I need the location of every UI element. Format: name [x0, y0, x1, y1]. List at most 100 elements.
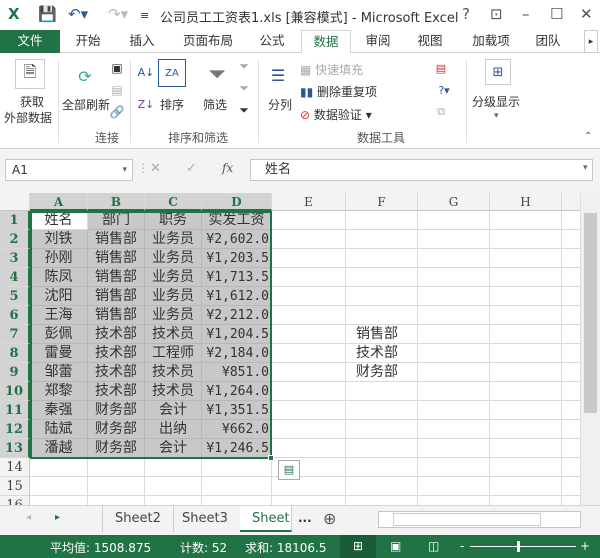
more-sheets-button[interactable]: ... — [298, 511, 312, 525]
page-break-view-icon[interactable]: ◫ — [428, 539, 439, 553]
cell[interactable] — [418, 439, 490, 458]
customize-qat-icon[interactable]: ≡ — [140, 9, 149, 22]
cell[interactable] — [490, 306, 562, 325]
cell[interactable]: 刘铁 — [30, 230, 88, 249]
quick-analysis-icon[interactable]: ▤ — [278, 460, 300, 480]
cell[interactable]: 王海 — [30, 306, 88, 325]
cell[interactable]: 陆斌 — [30, 420, 88, 439]
tab-view[interactable]: 视图 — [408, 30, 452, 53]
cell[interactable]: 会计 — [145, 439, 202, 458]
row-header[interactable]: 2 — [0, 230, 30, 249]
tab-file[interactable]: 文件 — [0, 30, 60, 53]
minimize-button[interactable]: – — [522, 5, 530, 23]
cell[interactable]: 孙刚 — [30, 249, 88, 268]
save-icon[interactable]: 💾 — [38, 5, 57, 23]
cell[interactable] — [490, 401, 562, 420]
row-header[interactable]: 9 — [0, 363, 30, 382]
worksheet-grid[interactable]: A B C D E F G H 1 姓名 部门 职务 实发工资 2 刘铁 销售部 业务员 ¥2,602.0 3 孙刚销… — [0, 193, 580, 505]
cell[interactable]: 业务员 — [145, 249, 202, 268]
cell[interactable] — [418, 268, 490, 287]
column-header-a[interactable]: A — [30, 193, 88, 211]
cell[interactable] — [272, 230, 346, 249]
zoom-slider[interactable] — [470, 546, 576, 547]
cell[interactable] — [346, 211, 418, 230]
expand-formula-icon[interactable]: ▾ — [583, 163, 588, 173]
row-header[interactable]: 15 — [0, 477, 30, 496]
cell[interactable]: ¥1,351.5 — [202, 401, 272, 420]
text-to-columns-icon[interactable]: ☰ — [265, 61, 291, 89]
cell[interactable] — [562, 496, 580, 505]
sort-icon[interactable]: ZA — [158, 59, 186, 87]
cell[interactable] — [346, 306, 418, 325]
row-header[interactable]: 13 — [0, 439, 30, 458]
cell[interactable] — [490, 325, 562, 344]
tab-addins[interactable]: 加载项 — [464, 30, 518, 53]
refresh-all-icon[interactable]: ⟳ — [70, 59, 100, 93]
cell[interactable] — [88, 496, 145, 505]
row-header[interactable]: 1 — [0, 211, 30, 230]
cell[interactable] — [272, 306, 346, 325]
cell[interactable] — [272, 211, 346, 230]
column-header-f[interactable]: F — [346, 193, 418, 211]
select-all-corner[interactable] — [0, 193, 30, 211]
collapse-ribbon-icon[interactable]: ⌃ — [584, 131, 592, 142]
cell[interactable] — [272, 420, 346, 439]
cell[interactable] — [418, 306, 490, 325]
cell[interactable] — [346, 268, 418, 287]
close-button[interactable]: ✕ — [580, 5, 593, 23]
cell[interactable] — [562, 458, 580, 477]
cell[interactable]: 郑黎 — [30, 382, 88, 401]
outline-dropdown-icon[interactable]: ▾ — [494, 111, 499, 121]
cell[interactable] — [88, 458, 145, 477]
cell[interactable]: 会计 — [145, 401, 202, 420]
outline-icon[interactable]: ⊞ — [485, 59, 511, 85]
cell[interactable]: 秦强 — [30, 401, 88, 420]
cell[interactable] — [88, 477, 145, 496]
text-to-columns-button[interactable]: 分列 — [268, 96, 292, 113]
cell[interactable]: ¥662.0 — [202, 420, 272, 439]
cell[interactable] — [562, 306, 580, 325]
cell[interactable]: 工程师 — [145, 344, 202, 363]
cell[interactable] — [272, 401, 346, 420]
flash-fill-button[interactable]: ▦ 快速填充 — [300, 61, 363, 78]
cell[interactable]: 陈凤 — [30, 268, 88, 287]
tab-formulas[interactable]: 公式 — [248, 30, 296, 53]
cell[interactable]: 业务员 — [145, 306, 202, 325]
cell[interactable] — [145, 458, 202, 477]
column-header-h[interactable]: H — [490, 193, 562, 211]
cell[interactable] — [346, 249, 418, 268]
cell[interactable] — [562, 249, 580, 268]
cell[interactable] — [490, 382, 562, 401]
cell[interactable] — [202, 477, 272, 496]
column-header[interactable] — [562, 193, 580, 211]
cell[interactable]: ¥2,184.0 — [202, 344, 272, 363]
cell[interactable]: 出纳 — [145, 420, 202, 439]
cell[interactable] — [490, 344, 562, 363]
connections-icon[interactable]: ▣ — [108, 59, 126, 77]
cell[interactable] — [562, 230, 580, 249]
cell[interactable] — [272, 439, 346, 458]
get-external-data-label2[interactable]: 外部数据 — [4, 109, 52, 126]
cell[interactable] — [272, 363, 346, 382]
cell[interactable] — [562, 211, 580, 230]
cell[interactable]: 沈阳 — [30, 287, 88, 306]
cell[interactable]: 财务部 — [88, 420, 145, 439]
what-if-icon[interactable]: ?▾ — [432, 81, 456, 99]
cell[interactable]: 销售部 — [88, 268, 145, 287]
data-validation-button[interactable]: ⊘ 数据验证 ▾ — [300, 106, 372, 123]
sort-button[interactable]: 排序 — [160, 96, 184, 113]
row-header[interactable]: 5 — [0, 287, 30, 306]
cell[interactable]: 技术部 — [88, 382, 145, 401]
cell[interactable] — [418, 344, 490, 363]
tab-review[interactable]: 审阅 — [356, 30, 400, 53]
get-external-data-icon[interactable]: 🗎 — [15, 59, 45, 89]
page-layout-view-icon[interactable]: ▣ — [390, 539, 401, 553]
cell[interactable] — [418, 382, 490, 401]
row-header[interactable]: 8 — [0, 344, 30, 363]
undo-icon[interactable]: ↶▾ — [68, 5, 88, 23]
reapply-filter-icon[interactable]: ⏷ — [236, 79, 252, 97]
cell[interactable] — [418, 458, 490, 477]
cell[interactable]: ¥1,264.0 — [202, 382, 272, 401]
get-external-data-label1[interactable]: 获取 — [20, 93, 44, 110]
cancel-icon[interactable]: ✕ — [150, 161, 161, 176]
